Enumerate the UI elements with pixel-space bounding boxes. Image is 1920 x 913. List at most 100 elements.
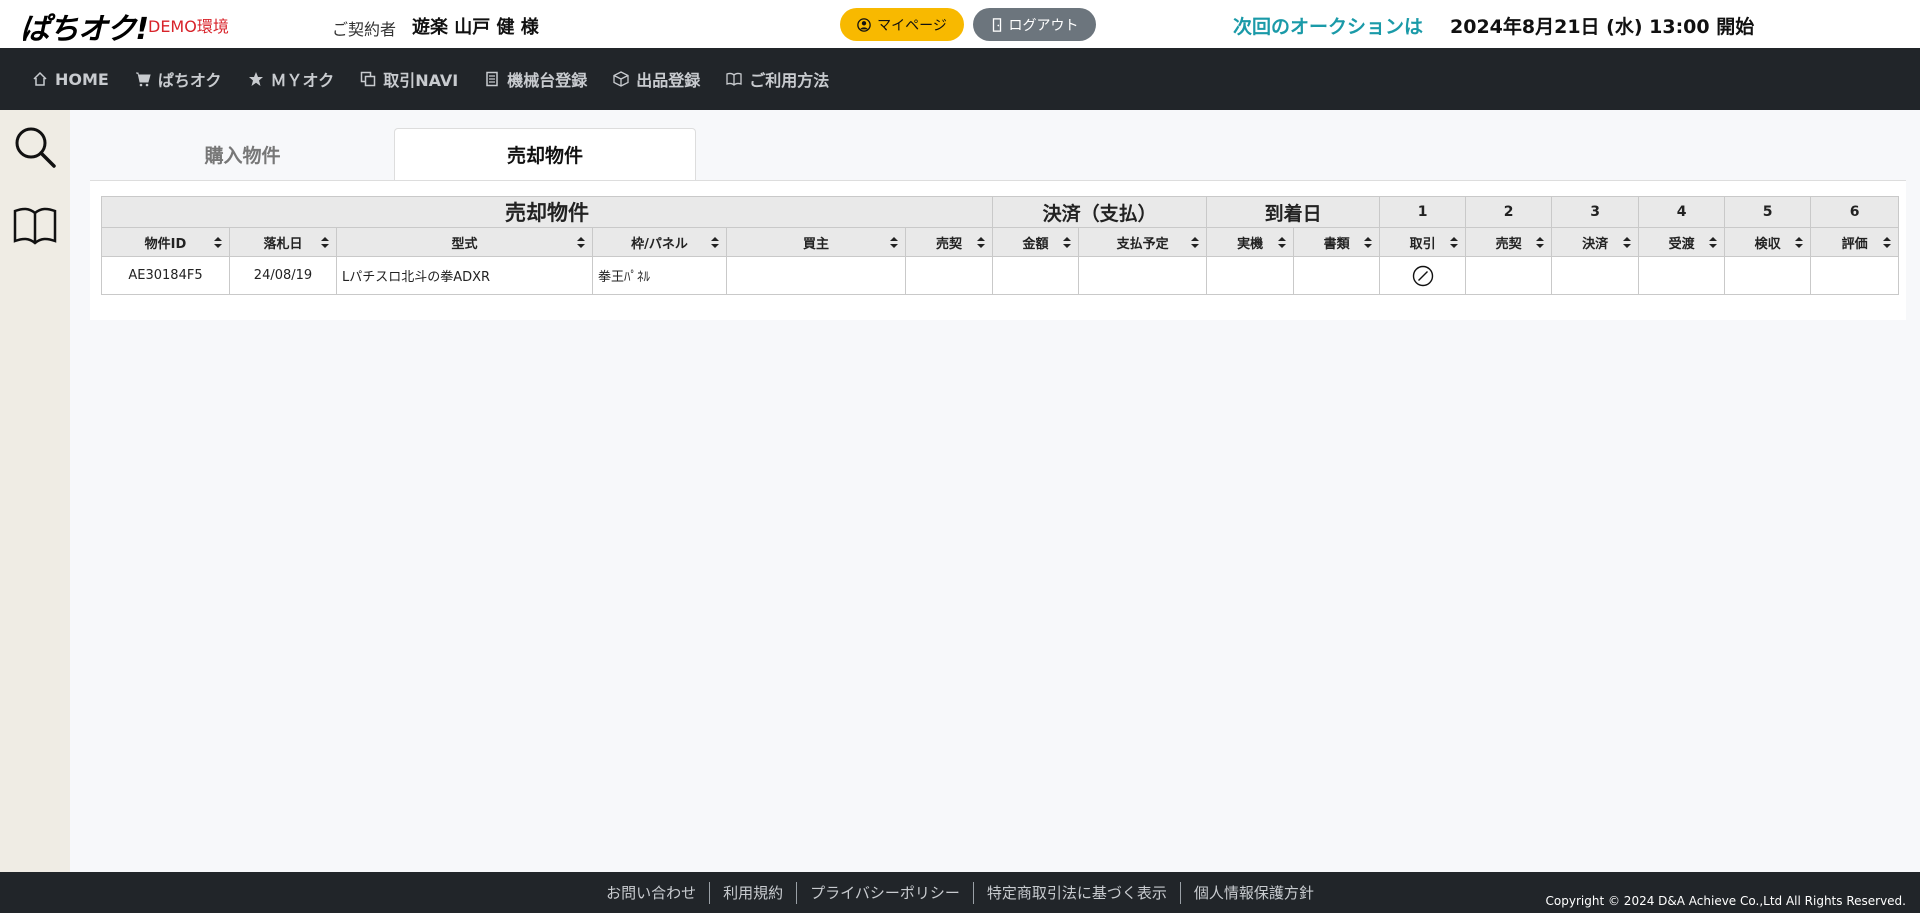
nav-item-torihiki-navi[interactable]: 取引NAVI	[360, 67, 458, 91]
nav-item-how-to-use[interactable]: ご利用方法	[726, 67, 829, 91]
disabled-circle-icon[interactable]	[1412, 265, 1434, 287]
tab-purchased[interactable]: 購入物件	[90, 128, 395, 180]
cell-inspection	[1724, 256, 1812, 295]
cell-model: Lパチスロ北斗の拳ADXR	[336, 256, 593, 295]
table-row[interactable]: AE30184F5 24/08/19 Lパチスロ北斗の拳ADXR 拳王ﾊﾟﾈﾙ	[101, 256, 1900, 295]
sidebar	[0, 110, 70, 872]
group-header-payment: 決済（支払）	[992, 196, 1208, 228]
sort-icon	[890, 237, 898, 248]
col-header-panel[interactable]: 枠/パネル	[592, 227, 727, 257]
sort-icon	[214, 237, 222, 248]
cell-settlement	[1551, 256, 1640, 295]
step-header-5: 5	[1724, 196, 1812, 228]
col-label: 実機	[1237, 236, 1264, 252]
col-header-documents[interactable]: 書類	[1293, 227, 1381, 257]
search-icon[interactable]	[12, 124, 58, 170]
col-header-model[interactable]: 型式	[336, 227, 593, 257]
col-header-pay-schedule[interactable]: 支払予定	[1078, 227, 1208, 257]
col-label: 評価	[1841, 236, 1868, 252]
nav-label: ぱちオク	[157, 71, 222, 90]
door-icon	[992, 17, 1001, 32]
nav-item-home[interactable]: HOME	[32, 70, 109, 89]
cell-buyer	[726, 256, 906, 295]
next-auction-label: 次回のオークションは	[1233, 16, 1424, 38]
sort-icon	[1623, 237, 1632, 248]
copy-icon	[360, 71, 376, 87]
col-label: 受渡	[1668, 236, 1695, 252]
footer-link-privacy[interactable]: プライバシーポリシー	[797, 881, 974, 904]
col-label: 買主	[802, 236, 829, 252]
col-label: 型式	[451, 236, 478, 252]
col-header-machine[interactable]: 実機	[1206, 227, 1295, 257]
nav-item-listing-register[interactable]: 出品登録	[613, 67, 700, 91]
col-label: 物件ID	[144, 236, 187, 252]
col-header-rating[interactable]: 評価	[1810, 227, 1900, 257]
cell-pay-schedule	[1078, 256, 1208, 295]
col-header-delivery[interactable]: 受渡	[1638, 227, 1726, 257]
col-header-item-id[interactable]: 物件ID	[101, 227, 230, 257]
footer-link-contact[interactable]: お問い合わせ	[593, 881, 711, 904]
contract-name: 遊楽 山戸 健 様	[412, 17, 539, 38]
nav-item-pachioku[interactable]: ぱちオク	[135, 67, 222, 91]
col-header-settlement[interactable]: 決済	[1551, 227, 1640, 257]
col-header-bid-date[interactable]: 落札日	[229, 227, 337, 257]
contract-label: ご契約者	[332, 20, 397, 39]
sort-icon	[321, 237, 329, 248]
box-icon	[613, 71, 629, 87]
nav-label: ＭＹオク	[270, 71, 335, 90]
copyright: Copyright © 2024 D&A Achieve Co.,Ltd All…	[1545, 894, 1906, 908]
col-label: 支払予定	[1116, 236, 1169, 252]
star-icon	[248, 72, 263, 86]
col-header-amount[interactable]: 金額	[992, 227, 1080, 257]
logout-label: ログアウト	[1008, 16, 1079, 33]
list-icon	[486, 71, 498, 87]
col-label: 取引	[1409, 236, 1436, 252]
site-logo[interactable]: ぱちオク!	[20, 4, 149, 48]
cell-deal[interactable]	[1379, 256, 1467, 295]
col-label: 決済	[1582, 236, 1609, 252]
footer-link-terms[interactable]: 利用規約	[710, 881, 798, 904]
footer-link-personal-info[interactable]: 個人情報保護方針	[1181, 882, 1327, 904]
group-header-main: 売却物件	[100, 196, 994, 228]
book-icon[interactable]	[12, 202, 58, 248]
sort-icon	[1883, 237, 1892, 248]
col-label: 検収	[1754, 236, 1781, 252]
col-label: 枠/パネル	[631, 236, 688, 252]
cell-amount	[992, 256, 1080, 295]
nav-label: HOME	[55, 69, 109, 89]
nav-item-myoku[interactable]: ＭＹオク	[248, 67, 335, 91]
sort-icon	[1063, 237, 1072, 248]
cell-sale-contract	[904, 256, 994, 295]
sort-icon	[1278, 237, 1287, 248]
cell-step-contract	[1465, 256, 1553, 295]
col-header-step-contract[interactable]: 売契	[1465, 227, 1553, 257]
mypage-label: マイページ	[877, 16, 947, 33]
env-badge: DEMO環境	[148, 17, 229, 36]
footer: お問い合わせ 利用規約 プライバシーポリシー 特定商取引法に基づく表示 個人情報…	[0, 872, 1920, 913]
step-header-4: 4	[1638, 196, 1726, 228]
col-header-inspection[interactable]: 検収	[1724, 227, 1812, 257]
sort-icon	[977, 237, 986, 248]
logout-button[interactable]: ログアウト	[973, 8, 1096, 41]
col-header-deal[interactable]: 取引	[1379, 227, 1467, 257]
nav-item-machine-register[interactable]: 機械台登録	[484, 67, 587, 91]
step-header-1: 1	[1379, 196, 1467, 228]
sort-icon	[1795, 237, 1804, 248]
main-nav: HOME ぱちオク ＭＹオク 取引NAVI 機械台登録 出品登録 ご利用方法	[0, 48, 1920, 110]
sort-icon	[1536, 237, 1545, 248]
col-label: 売契	[936, 236, 963, 252]
top-header: ぱちオク! DEMO環境 ご契約者 遊楽 山戸 健 様 マイページ ログアウト …	[0, 0, 1920, 48]
col-label: 落札日	[263, 236, 303, 252]
nav-label: 取引NAVI	[383, 71, 459, 90]
sort-icon	[577, 237, 585, 248]
col-header-buyer[interactable]: 買主	[726, 227, 906, 257]
nav-label: ご利用方法	[749, 71, 830, 90]
mypage-button[interactable]: マイページ	[840, 8, 964, 41]
cell-panel: 拳王ﾊﾟﾈﾙ	[592, 256, 727, 295]
col-header-sale-contract[interactable]: 売契	[904, 227, 994, 257]
footer-link-tokusho[interactable]: 特定商取引法に基づく表示	[974, 881, 1181, 904]
nav-label: 機械台登録	[507, 71, 588, 90]
sort-icon	[1364, 237, 1373, 248]
tab-sold[interactable]: 売却物件	[394, 128, 696, 180]
step-header-6: 6	[1810, 196, 1900, 228]
